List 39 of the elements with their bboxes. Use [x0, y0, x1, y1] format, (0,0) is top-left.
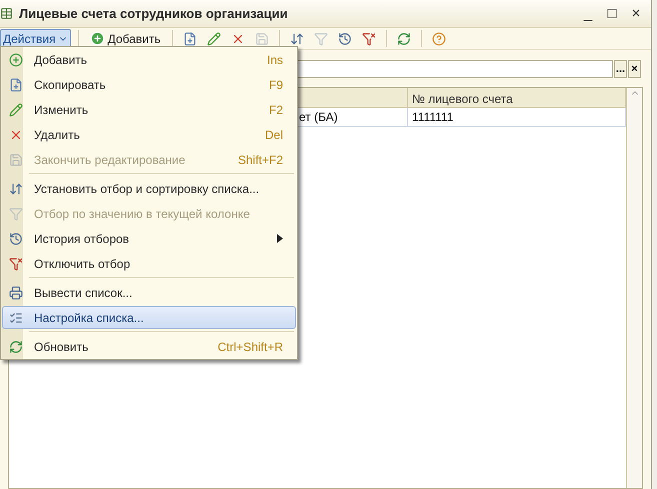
maximize-button[interactable]: □ — [603, 5, 621, 22]
close-button[interactable]: × — [627, 5, 645, 22]
plus-icon — [9, 52, 23, 66]
menu-item[interactable]: Настройка списка... — [2, 306, 296, 329]
menu-item[interactable]: Вывести список... — [2, 281, 296, 304]
filter-off-icon — [362, 32, 376, 46]
menu-item[interactable]: История отборов — [2, 227, 296, 250]
clear-button[interactable]: × — [628, 60, 641, 78]
filter-icon — [314, 32, 328, 46]
window-title: Лицевые счета сотрудников организации — [19, 6, 289, 21]
add-button[interactable]: Добавить — [86, 29, 165, 48]
printer-icon — [9, 286, 23, 300]
help-icon — [432, 32, 446, 46]
list-settings-icon — [9, 310, 23, 324]
scrollbar[interactable] — [626, 88, 642, 488]
pencil-icon — [9, 102, 23, 116]
minimize-button[interactable]: _ — [579, 5, 597, 22]
filter-icon — [9, 206, 23, 220]
menu-item[interactable]: Изменить F2 — [2, 98, 296, 121]
submenu-arrow-icon — [277, 234, 283, 243]
save-icon — [9, 152, 23, 166]
menu-item[interactable]: Скопировать F9 — [2, 73, 296, 96]
refresh-icon — [396, 32, 411, 46]
select-button[interactable]: ... — [614, 60, 627, 78]
document-plus-icon — [182, 32, 197, 46]
plus-icon — [90, 31, 105, 46]
refresh-icon — [9, 340, 23, 354]
filter-off-icon — [9, 256, 23, 270]
document-plus-icon — [9, 78, 23, 92]
save-icon — [254, 32, 269, 46]
menu-item[interactable]: Отключить отбор — [2, 252, 296, 275]
pencil-icon — [206, 32, 221, 46]
table-cell: 1111111 — [412, 110, 454, 124]
menu-item[interactable]: Удалить Del — [2, 123, 296, 146]
menu-item[interactable]: Обновить Ctrl+Shift+R — [2, 335, 296, 358]
table-cell: ет (БА) — [299, 110, 338, 124]
menu-item[interactable]: Добавить Ins — [2, 48, 296, 71]
menu-item[interactable]: Установить отбор и сортировку списка... — [2, 177, 296, 200]
table-icon — [0, 7, 13, 20]
